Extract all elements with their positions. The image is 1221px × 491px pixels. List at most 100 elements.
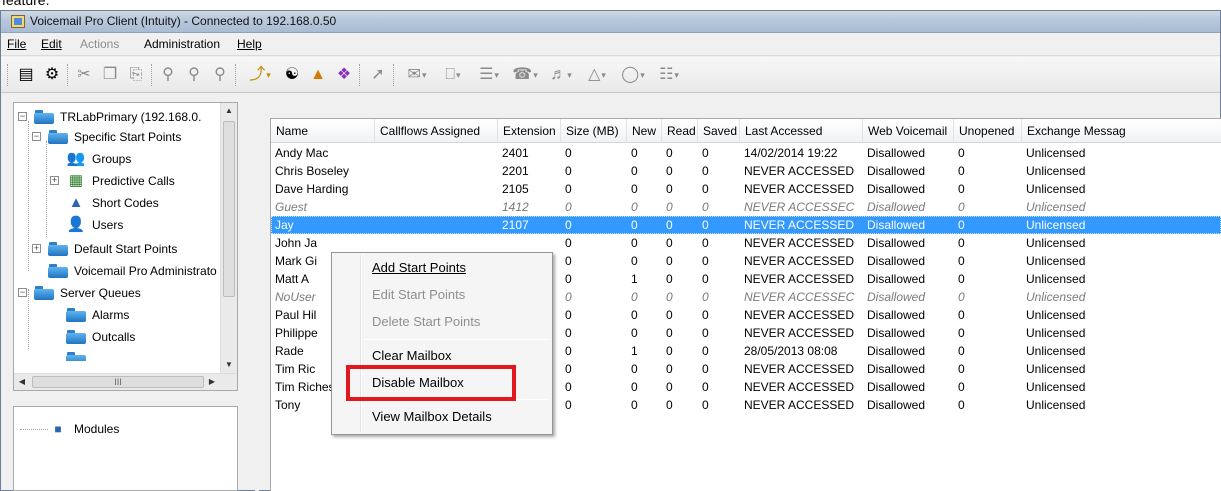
- cut-icon[interactable]: ✂: [73, 65, 95, 85]
- connection-icon[interactable]: ⤴ ▾: [243, 65, 277, 85]
- column-read[interactable]: Read: [662, 119, 698, 143]
- column-name[interactable]: Name: [271, 119, 375, 143]
- column-last-accessed[interactable]: Last Accessed: [740, 119, 863, 143]
- column-exchange-messages[interactable]: Exchange Messag: [1022, 119, 1221, 143]
- table-cell: 0: [958, 236, 965, 250]
- table-row[interactable]: Chris Boseley 2201 0 0 0 0 NEVER ACCESSED Disal…: [271, 162, 1221, 180]
- folder-icon: [34, 109, 54, 124]
- tree-pane[interactable]: − TRLabPrimary (192.168.0. − Specific St…: [13, 102, 238, 391]
- table-cell: Unlicensed: [1026, 326, 1086, 340]
- find-icon[interactable]: ⚲: [157, 65, 179, 85]
- column-callflows-assigned[interactable]: Callflows Assigned: [375, 119, 498, 143]
- column-size[interactable]: Size (MB): [561, 119, 627, 143]
- triangle-icon[interactable]: △ ▾: [581, 65, 613, 85]
- scroll-up-icon[interactable]: ▲: [221, 103, 237, 119]
- tree-item-predictive-calls[interactable]: + ▦ Predictive Calls: [50, 171, 220, 191]
- table-cell: 0: [631, 182, 638, 196]
- tree-horizontal-scrollbar[interactable]: ◀ III ▶: [14, 373, 237, 390]
- tree-item-specific-start-points[interactable]: − Specific Start Points: [32, 127, 222, 147]
- table-row[interactable]: Guest 1412 0 0 0 0 NEVER ACCESSEC Disallowed 0 Un…: [271, 198, 1221, 216]
- tree-root[interactable]: − TRLabPrimary (192.168.0.: [18, 107, 228, 127]
- table-cell: Unlicensed: [1026, 164, 1086, 178]
- menu-item-delete-start-points[interactable]: Delete Start Points: [372, 314, 480, 329]
- menu-item-add-start-points[interactable]: Add Start Points: [372, 260, 466, 275]
- table-row[interactable]: Dave Harding 2105 0 0 0 0 NEVER ACCESSED Disall…: [271, 180, 1221, 198]
- column-unopened[interactable]: Unopened: [954, 119, 1022, 143]
- table-row[interactable]: Andy Mac 2401 0 0 0 0 14/02/2014 19:22 Disallow…: [271, 144, 1221, 162]
- database-icon[interactable]: ◯ ▾: [617, 65, 649, 85]
- tree-item-default-start-points[interactable]: + Default Start Points: [32, 239, 222, 259]
- tree-item-short-codes[interactable]: ▲ Short Codes: [66, 193, 216, 213]
- menu-file[interactable]: File: [7, 37, 26, 51]
- scroll-left-icon[interactable]: ◀: [14, 374, 30, 390]
- expand-icon[interactable]: +: [50, 176, 59, 185]
- table-cell: 0: [958, 182, 965, 196]
- title-bar: Voicemail Pro Client (Intuity) - Connect…: [1, 11, 1220, 33]
- table-cell: 0: [631, 218, 638, 232]
- menu-actions[interactable]: Actions: [80, 37, 119, 51]
- table-cell: 0: [958, 308, 965, 322]
- paste-icon[interactable]: ⎘: [125, 65, 147, 85]
- table-cell: 0: [565, 326, 572, 340]
- phone-icon[interactable]: ☎ ▾: [509, 65, 541, 85]
- list-icon[interactable]: ☰ ▾: [473, 65, 505, 85]
- table-cell: 0: [565, 344, 572, 358]
- groups-icon: 👥: [66, 150, 86, 167]
- scroll-down-icon[interactable]: ▼: [221, 357, 237, 373]
- scroll-thumb[interactable]: [223, 121, 235, 297]
- menu-item-clear-mailbox[interactable]: Clear Mailbox: [372, 348, 451, 363]
- find-variables-icon[interactable]: ⚲: [183, 65, 205, 85]
- column-web-voicemail[interactable]: Web Voicemail: [863, 119, 954, 143]
- collapse-icon[interactable]: −: [18, 112, 27, 121]
- tree-item-partial[interactable]: [50, 349, 220, 361]
- table-cell: 0: [958, 290, 965, 304]
- table-cell: NEVER ACCESSED: [744, 272, 855, 286]
- folder-icon: [66, 329, 86, 344]
- scroll-thumb[interactable]: III: [32, 376, 204, 388]
- scroll-right-icon[interactable]: ▶: [204, 374, 220, 390]
- menu-administration[interactable]: Administration: [144, 37, 220, 51]
- save-icon[interactable]: ▤: [15, 65, 37, 85]
- tree-item-users[interactable]: 👤 Users: [66, 215, 216, 235]
- column-extension[interactable]: Extension: [498, 119, 561, 143]
- preferences-icon[interactable]: ⚙: [41, 65, 63, 85]
- table-cell: NEVER ACCESSEC: [744, 290, 855, 304]
- table-row[interactable]: John Ja 0 0 0 0 NEVER ACCESSED Disallowed 0 Unli…: [271, 234, 1221, 252]
- computer-icon[interactable]: ⎕ ▾: [437, 65, 469, 85]
- menu-help[interactable]: Help: [237, 37, 262, 51]
- expand-icon[interactable]: +: [32, 244, 41, 253]
- voicemail-icon[interactable]: ▲: [307, 65, 329, 85]
- collapse-icon[interactable]: −: [18, 288, 27, 297]
- tree-item-server-queues[interactable]: − Server Queues: [18, 283, 218, 303]
- tree-vertical-scrollbar[interactable]: ▲ ▼: [220, 103, 237, 373]
- table-cell: Unlicensed: [1026, 362, 1086, 376]
- table-cell: 2401: [502, 146, 529, 160]
- tree-item-modules[interactable]: ■ Modules: [48, 419, 208, 439]
- top-crop-text: feature.: [0, 0, 1221, 10]
- menu-item-edit-start-points[interactable]: Edit Start Points: [372, 287, 465, 302]
- modules-icon: ■: [54, 422, 62, 436]
- tree-item-alarms[interactable]: Alarms: [50, 305, 220, 325]
- column-new[interactable]: New: [627, 119, 662, 143]
- search-icon[interactable]: ⚲: [209, 65, 231, 85]
- column-saved[interactable]: Saved: [698, 119, 740, 143]
- modules-pane[interactable]: ■ Modules: [13, 406, 238, 491]
- speaker-icon[interactable]: ♬ ▾: [545, 65, 577, 85]
- table-cell: 0: [958, 362, 965, 376]
- table-cell: 0: [631, 254, 638, 268]
- tree-item-voicemail-pro-administrator[interactable]: Voicemail Pro Administrato: [32, 261, 222, 281]
- collapse-icon[interactable]: −: [32, 132, 41, 141]
- table-cell: 0: [631, 236, 638, 250]
- table-row[interactable]: Jay 2107 0 0 0 0 NEVER ACCESSED Disallowed 0 Unli…: [271, 216, 1221, 234]
- mail-action-icon[interactable]: ✉ ▾: [401, 65, 433, 85]
- menu-icon[interactable]: ❖: [333, 65, 355, 85]
- link-icon[interactable]: ➚: [367, 65, 389, 85]
- call-flow-icon[interactable]: ☯: [281, 65, 303, 85]
- menu-edit[interactable]: Edit: [41, 37, 62, 51]
- pane-splitter[interactable]: [255, 102, 259, 491]
- copy-icon[interactable]: ❐: [99, 65, 121, 85]
- tree-item-groups[interactable]: 👥 Groups: [66, 149, 216, 169]
- tree-item-outcalls[interactable]: Outcalls: [50, 327, 220, 347]
- network-icon[interactable]: ☷ ▾: [653, 65, 685, 85]
- menu-item-view-mailbox-details[interactable]: View Mailbox Details: [372, 409, 492, 424]
